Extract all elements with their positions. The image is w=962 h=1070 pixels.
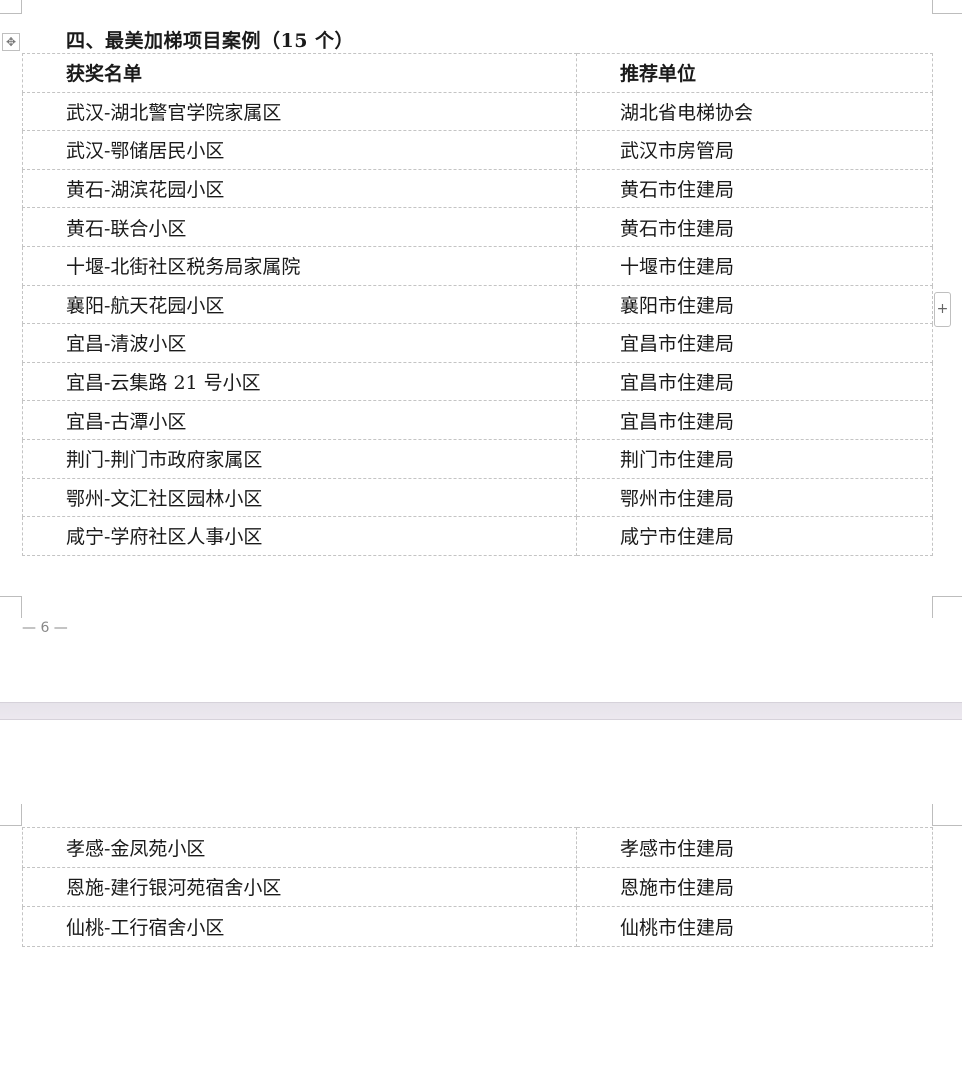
document-page-6: ✥ 四、最美加梯项目案例（15 个） 获奖名单 推荐单位 武汉-湖北警官学院家属区湖… xyxy=(0,0,962,702)
section-heading: 四、最美加梯项目案例（15 个） xyxy=(66,30,355,52)
add-column-plus-icon[interactable]: + xyxy=(934,292,951,327)
cell-award-name[interactable]: 仙桃-工行宿舍小区 xyxy=(22,906,577,947)
cell-award-name[interactable]: 孝感-金凤苑小区 xyxy=(22,827,577,868)
table-row: 黄石-湖滨花园小区 黄石市住建局 xyxy=(22,168,933,209)
cell-recommender[interactable]: 宜昌市住建局 xyxy=(576,400,933,440)
table-row: 仙桃-工行宿舍小区 仙桃市住建局 xyxy=(22,906,933,947)
cell-recommender[interactable]: 武汉市房管局 xyxy=(576,130,933,170)
cell-recommender[interactable]: 湖北省电梯协会 xyxy=(576,91,933,132)
page-corner-mark xyxy=(0,0,22,14)
page-corner-mark xyxy=(932,0,962,14)
table-row: 襄阳-航天花园小区 襄阳市住建局 xyxy=(22,284,933,325)
header-recommender[interactable]: 推荐单位 xyxy=(576,53,933,93)
cell-award-name[interactable]: 咸宁-学府社区人事小区 xyxy=(22,516,577,556)
header-award-name[interactable]: 获奖名单 xyxy=(22,53,577,93)
table-row: 咸宁-学府社区人事小区 咸宁市住建局 xyxy=(22,516,933,556)
table-row: 十堰-北街社区税务局家属院 十堰市住建局 xyxy=(22,245,933,286)
table-row: 鄂州-文汇社区园林小区 鄂州市住建局 xyxy=(22,477,933,518)
table-row: 恩施-建行银河苑宿舍小区 恩施市住建局 xyxy=(22,866,933,907)
cell-award-name[interactable]: 宜昌-古潭小区 xyxy=(22,400,577,440)
table-header-row: 获奖名单 推荐单位 xyxy=(22,53,933,93)
award-table-continued[interactable]: 孝感-金凤苑小区 孝感市住建局 恩施-建行银河苑宿舍小区 恩施市住建局 仙桃-工行宿舍小… xyxy=(22,827,933,947)
cell-award-name[interactable]: 宜昌-清波小区 xyxy=(22,323,577,363)
table-row: 宜昌-云集路 21 号小区 宜昌市住建局 xyxy=(22,361,933,402)
cell-recommender[interactable]: 襄阳市住建局 xyxy=(576,284,933,325)
cell-award-name[interactable]: 武汉-鄂储居民小区 xyxy=(22,130,577,170)
document-page-7: 孝感-金凤苑小区 孝感市住建局 恩施-建行银河苑宿舍小区 恩施市住建局 仙桃-工行宿舍小… xyxy=(0,720,962,1070)
cell-award-name[interactable]: 襄阳-航天花园小区 xyxy=(22,284,577,325)
cell-award-name[interactable]: 恩施-建行银河苑宿舍小区 xyxy=(22,866,577,907)
cell-recommender[interactable]: 荆门市住建局 xyxy=(576,438,933,479)
cell-award-name[interactable]: 宜昌-云集路 21 号小区 xyxy=(22,361,577,402)
cell-recommender[interactable]: 鄂州市住建局 xyxy=(576,477,933,518)
cell-recommender[interactable]: 宜昌市住建局 xyxy=(576,361,933,402)
cell-recommender[interactable]: 咸宁市住建局 xyxy=(576,516,933,556)
table-move-icon[interactable]: ✥ xyxy=(2,33,20,51)
table-row: 宜昌-古潭小区 宜昌市住建局 xyxy=(22,400,933,440)
cell-recommender[interactable]: 宜昌市住建局 xyxy=(576,323,933,363)
table-row: 宜昌-清波小区 宜昌市住建局 xyxy=(22,323,933,363)
award-table[interactable]: 获奖名单 推荐单位 武汉-湖北警官学院家属区 湖北省电梯协会 武汉-鄂储居民小区 武汉市房… xyxy=(22,53,933,556)
cell-award-name[interactable]: 鄂州-文汇社区园林小区 xyxy=(22,477,577,518)
page-separator xyxy=(0,702,962,720)
table-row: 黄石-联合小区 黄石市住建局 xyxy=(22,207,933,247)
page-corner-mark xyxy=(932,596,962,618)
table-row: 荆门-荆门市政府家属区 荆门市住建局 xyxy=(22,438,933,479)
cell-recommender[interactable]: 十堰市住建局 xyxy=(576,245,933,286)
cell-recommender[interactable]: 孝感市住建局 xyxy=(576,827,933,868)
cell-award-name[interactable]: 荆门-荆门市政府家属区 xyxy=(22,438,577,479)
page-number: — 6 — xyxy=(22,620,68,636)
cell-recommender[interactable]: 黄石市住建局 xyxy=(576,207,933,247)
page-corner-mark xyxy=(0,804,22,826)
table-row: 武汉-湖北警官学院家属区 湖北省电梯协会 xyxy=(22,91,933,132)
page-corner-mark xyxy=(932,804,962,826)
cell-award-name[interactable]: 十堰-北街社区税务局家属院 xyxy=(22,245,577,286)
cell-award-name[interactable]: 黄石-联合小区 xyxy=(22,207,577,247)
cell-recommender[interactable]: 仙桃市住建局 xyxy=(576,906,933,947)
cell-recommender[interactable]: 黄石市住建局 xyxy=(576,168,933,209)
cell-recommender[interactable]: 恩施市住建局 xyxy=(576,866,933,907)
table-row: 孝感-金凤苑小区 孝感市住建局 xyxy=(22,827,933,868)
cell-award-name[interactable]: 武汉-湖北警官学院家属区 xyxy=(22,91,577,132)
page-corner-mark xyxy=(0,596,22,618)
cell-award-name[interactable]: 黄石-湖滨花园小区 xyxy=(22,168,577,209)
table-row: 武汉-鄂储居民小区 武汉市房管局 xyxy=(22,130,933,170)
